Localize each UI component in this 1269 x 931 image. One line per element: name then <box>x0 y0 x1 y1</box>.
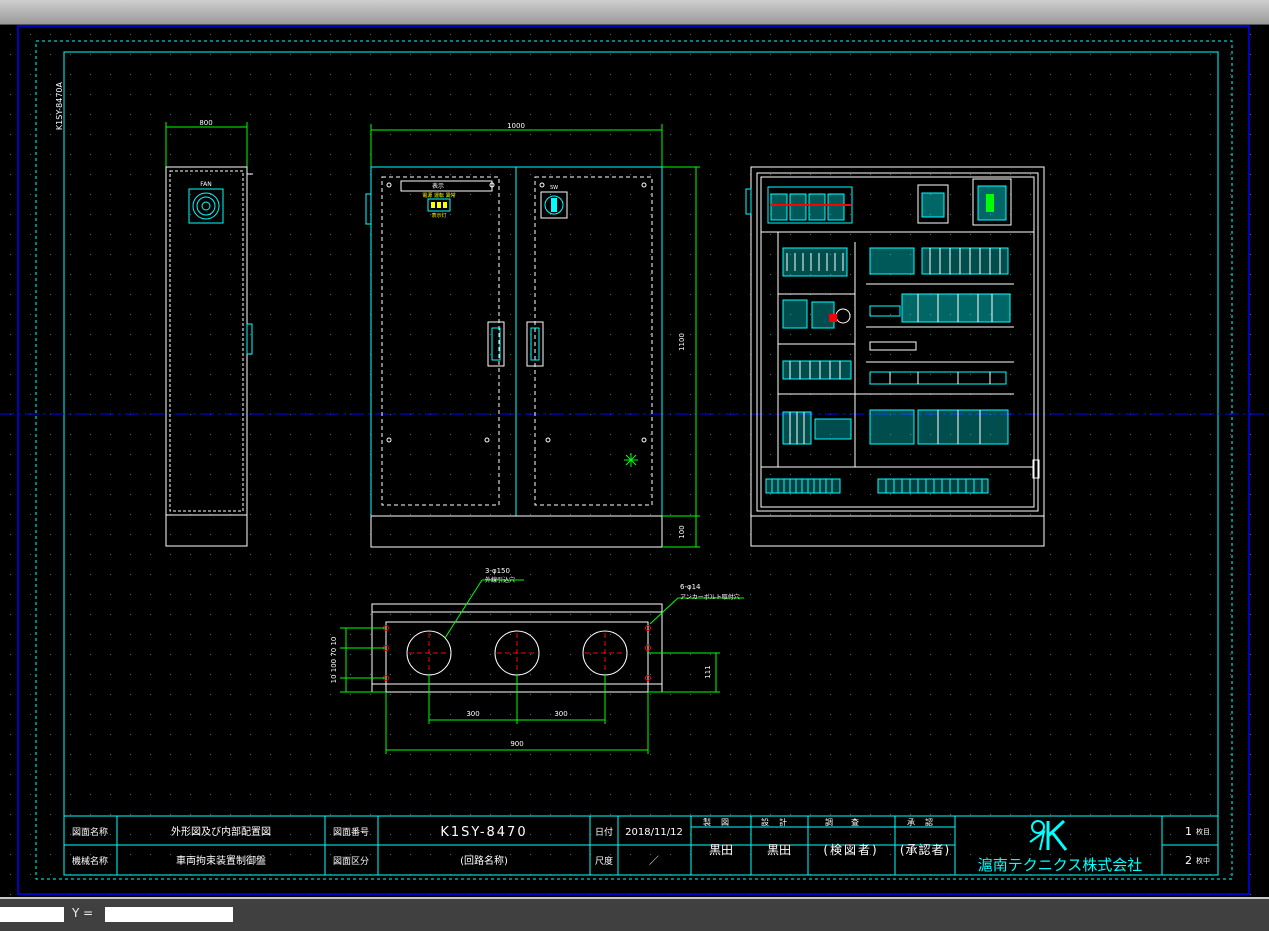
date: 2018/11/12 <box>625 827 683 838</box>
svg-text:表示: 表示 <box>432 182 444 190</box>
svg-text:SW: SW <box>550 185 558 191</box>
drawing-name-label: 図面名称 <box>72 826 108 838</box>
machine-name: 車両拘束装置制御盤 <box>176 854 266 867</box>
y-coordinate-field[interactable] <box>105 907 233 922</box>
cad-canvas[interactable]: K1SY-8470A 800 FAN 1000 表示 電源 運転 異常 表示灯 … <box>0 24 1269 897</box>
scale: ／ <box>649 855 659 867</box>
dim-pitch-1: 300 <box>466 710 479 718</box>
date-label: 日付 <box>595 827 613 838</box>
drawing-no-label: 図面番号 <box>333 826 369 838</box>
hole-note-1b: 外線引込穴 <box>485 576 515 584</box>
dim-bottom-total: 900 <box>510 740 523 748</box>
machine-name-label: 機械名称 <box>72 855 108 867</box>
drawing-class-label: 図面区分 <box>333 856 369 867</box>
status-bar: Y = <box>0 897 1269 931</box>
dim-front-height: 1100 <box>678 333 686 351</box>
dim-front-width: 1000 <box>507 122 525 130</box>
hole-note-2b: アンカーボルト取付穴 <box>680 593 740 601</box>
drawing-no: K1SY-8470 <box>440 825 527 840</box>
dim-side-width: 800 <box>199 119 212 127</box>
drawn: 黒田 <box>709 843 733 857</box>
scale-label: 尺度 <box>595 855 613 867</box>
svg-text:電源 運転 異常: 電源 運転 異常 <box>422 192 455 199</box>
sheet-total: 2 <box>1185 854 1192 867</box>
side-label: K1SY-8470A <box>55 81 64 130</box>
dim-bottom-left: 10 100 70 10 <box>330 637 338 684</box>
design: 黒田 <box>767 843 791 857</box>
sheet-no: 1 <box>1185 825 1192 838</box>
y-coordinate-label: Y = <box>72 906 94 920</box>
dim-bottom-height: 111 <box>704 665 712 678</box>
design-label: 設計 <box>761 817 797 827</box>
svg-text:FAN: FAN <box>200 181 212 188</box>
sheet-no-label: 枚目 <box>1196 827 1210 836</box>
dim-base-height: 100 <box>678 525 686 538</box>
drawing-name: 外形図及び内部配置図 <box>171 825 271 838</box>
check-label: 調査 <box>825 817 877 827</box>
door-label: 表示灯 <box>431 212 446 219</box>
drawn-label: 製図 <box>703 817 739 827</box>
company-name: 滬南テクニクス株式会社 <box>978 856 1143 874</box>
check: (検図者) <box>823 843 878 857</box>
title-bar <box>0 0 1269 25</box>
sheet-total-label: 枚中 <box>1196 856 1210 865</box>
approve-label: 承認 <box>907 817 943 827</box>
x-coordinate-field[interactable] <box>0 907 64 922</box>
hole-note-2: 6-φ14 <box>680 583 701 591</box>
hole-note-1: 3-φ150 <box>485 567 510 575</box>
approve: (承認者) <box>900 842 950 857</box>
dim-pitch-2: 300 <box>554 710 567 718</box>
drawing-class: (回路名称) <box>460 854 508 867</box>
